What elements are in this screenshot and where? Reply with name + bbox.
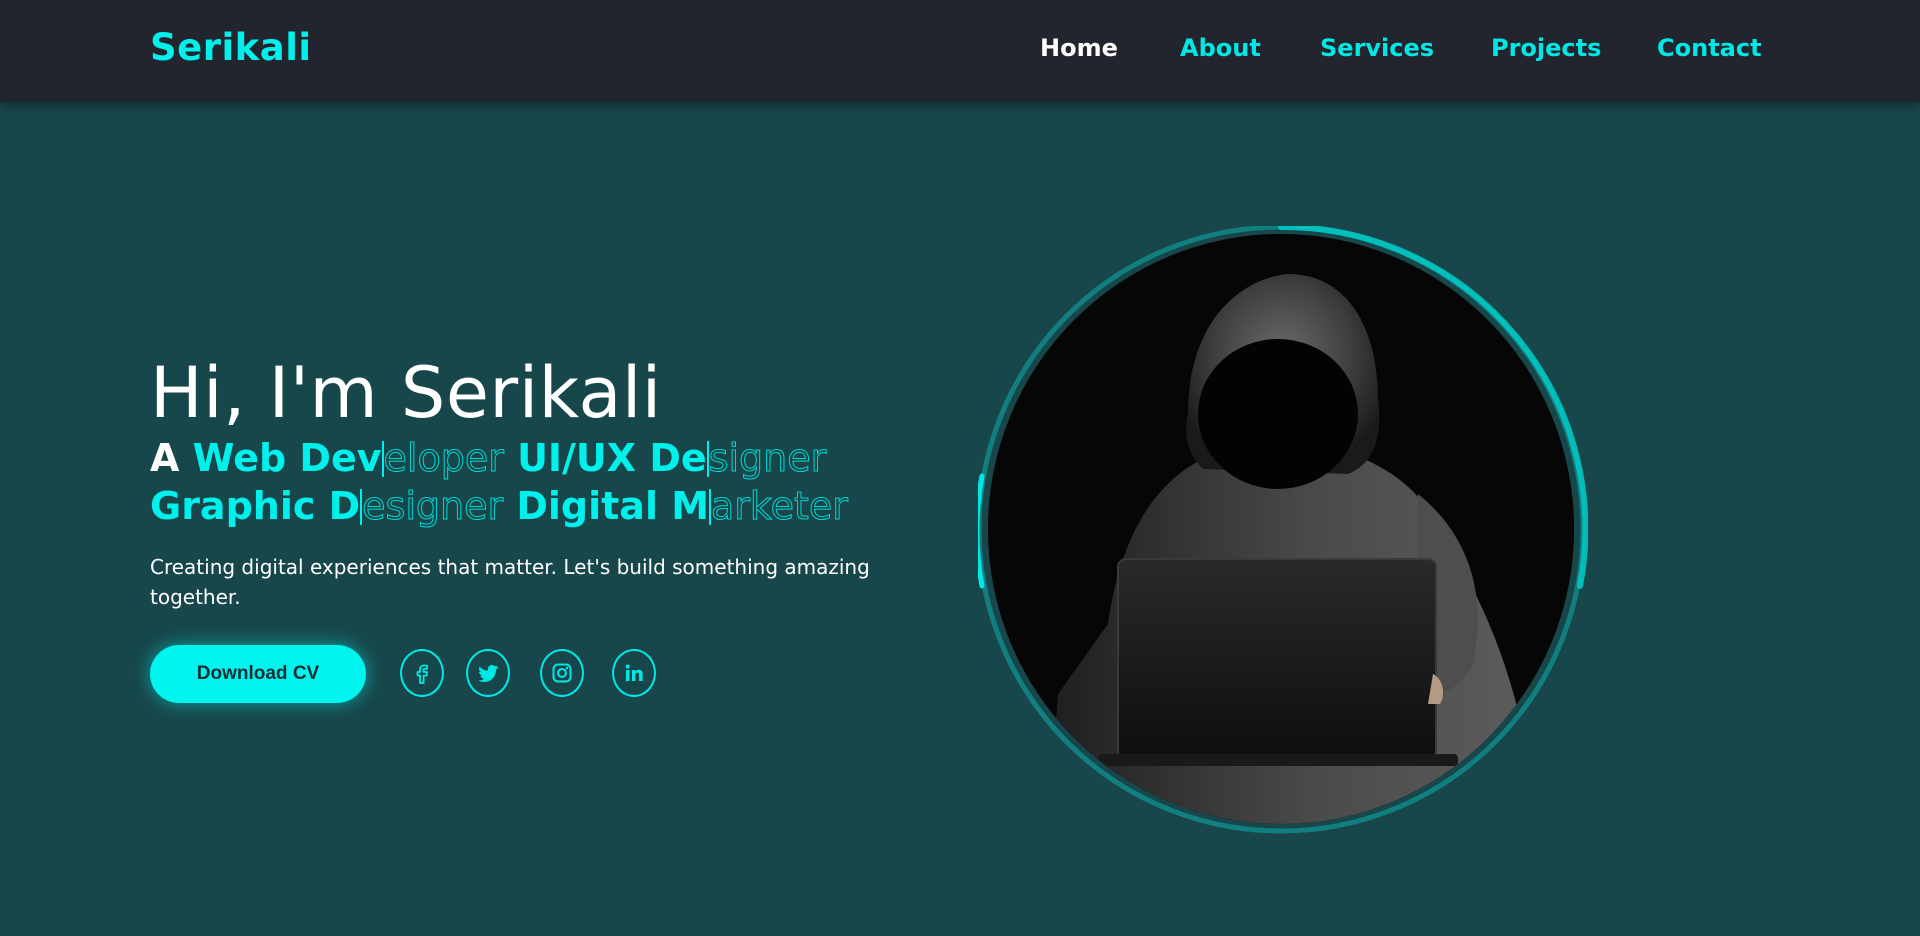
profile-photo bbox=[988, 234, 1574, 824]
nav-link-contact[interactable]: Contact bbox=[1657, 34, 1762, 62]
roles-line-1: A Web Developer UI/UX Designer bbox=[150, 434, 870, 482]
hooded-figure-image bbox=[988, 234, 1574, 824]
role-uiux-remaining: signer bbox=[708, 436, 827, 481]
facebook-link[interactable] bbox=[400, 649, 444, 697]
typing-roles: A Web Developer UI/UX Designer Graphic D… bbox=[150, 434, 870, 530]
role-web-dev-typed: Web Dev bbox=[192, 436, 382, 480]
navbar: Serikali Home About Services Projects Co… bbox=[0, 0, 1920, 102]
facebook-icon bbox=[416, 664, 428, 684]
linkedin-link[interactable] bbox=[612, 649, 656, 697]
role-prefix: A bbox=[150, 436, 180, 480]
instagram-link[interactable] bbox=[540, 649, 584, 697]
site-logo[interactable]: Serikali bbox=[150, 26, 312, 69]
twitter-link[interactable] bbox=[466, 649, 510, 697]
roles-line-2: Graphic Designer Digital Marketer bbox=[150, 482, 870, 530]
twitter-icon bbox=[478, 665, 498, 683]
download-cv-button[interactable]: Download CV bbox=[150, 645, 366, 703]
profile-photo-frame bbox=[978, 226, 1588, 836]
role-web-dev-remaining: eloper bbox=[383, 436, 504, 481]
nav-link-services[interactable]: Services bbox=[1320, 34, 1434, 62]
nav-link-home[interactable]: Home bbox=[1040, 34, 1118, 62]
role-marketer-remaining: arketer bbox=[711, 484, 849, 529]
instagram-icon bbox=[552, 663, 572, 683]
linkedin-icon bbox=[625, 664, 643, 681]
role-graphic-remaining: esigner bbox=[362, 484, 504, 529]
role-uiux-typed: UI/UX De bbox=[517, 436, 707, 480]
role-graphic-typed: Graphic D bbox=[150, 484, 361, 528]
hero-greeting: Hi, I'm Serikali bbox=[150, 352, 662, 434]
hero-tagline: Creating digital experiences that matter… bbox=[150, 555, 870, 609]
nav-link-about[interactable]: About bbox=[1180, 34, 1261, 62]
role-marketer-typed: Digital M bbox=[516, 484, 710, 528]
nav-link-projects[interactable]: Projects bbox=[1491, 34, 1601, 62]
